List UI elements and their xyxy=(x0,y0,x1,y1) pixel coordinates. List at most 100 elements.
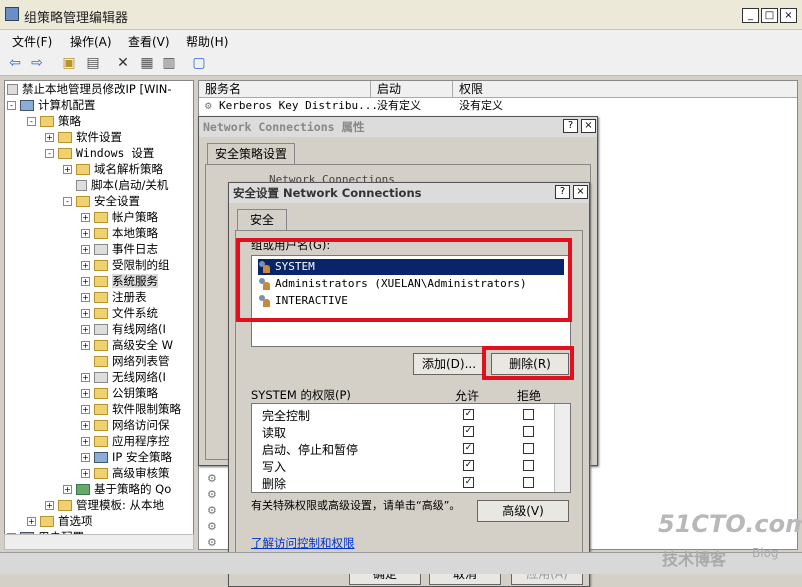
collapse-icon[interactable]: - xyxy=(45,149,54,158)
tree-local-policies[interactable]: + 本地策略 xyxy=(81,225,158,241)
tree-account-policies[interactable]: + 帐户策略 xyxy=(81,209,158,225)
tree-system-services[interactable]: + 系统服务 xyxy=(81,273,158,289)
add-button[interactable]: 添加(D)... xyxy=(413,353,485,375)
tree-software-restriction[interactable]: + 软件限制策略 xyxy=(81,401,181,417)
expand-icon[interactable]: + xyxy=(45,501,54,510)
menu-view[interactable]: 查看(V) xyxy=(128,33,170,50)
properties-dialog-title: Network Connections 属性 xyxy=(199,117,597,137)
expand-icon[interactable]: + xyxy=(81,293,90,302)
tree-policies[interactable]: - 策略 xyxy=(27,113,81,129)
access-control-link[interactable]: 了解访问控制和权限 xyxy=(251,535,355,551)
up-folder-icon[interactable]: ▣ xyxy=(60,54,78,72)
allow-full-control-checkbox[interactable]: ✓ xyxy=(463,409,474,420)
deny-write-checkbox[interactable] xyxy=(523,460,534,471)
collapse-icon[interactable]: - xyxy=(27,117,36,126)
expand-icon[interactable]: + xyxy=(81,421,90,430)
allow-write-checkbox[interactable]: ✓ xyxy=(463,460,474,471)
tree-policy-qos[interactable]: + 基于策略的 Qo xyxy=(63,481,171,497)
show-tree-icon[interactable]: ▤ xyxy=(84,54,102,72)
minimize-button[interactable]: _ xyxy=(742,8,759,23)
menu-action[interactable]: 操作(A) xyxy=(70,33,112,50)
deny-full-control-checkbox[interactable] xyxy=(523,409,534,420)
export-icon[interactable]: ▥ xyxy=(160,54,178,72)
tree-app-control[interactable]: + 应用程序控 xyxy=(81,433,170,449)
permissions-label: SYSTEM 的权限(P) xyxy=(251,388,351,402)
tree-pane: 禁止本地管理员修改IP [WIN- - 计算机配置 - 策略 + 软件设置 - Wind… xyxy=(4,80,194,550)
tree-scripts[interactable]: 脚本(启动/关机 xyxy=(76,177,168,193)
back-arrow-icon[interactable]: ⇦ xyxy=(6,54,24,72)
tree-windows-settings[interactable]: - Windows 设置 xyxy=(45,145,154,161)
tree-computer-config[interactable]: - 计算机配置 xyxy=(7,97,96,113)
expand-icon[interactable]: + xyxy=(81,341,90,350)
tree-event-log[interactable]: + 事件日志 xyxy=(81,241,158,257)
tree-horizontal-scrollbar[interactable] xyxy=(4,534,194,550)
tree-restricted-groups[interactable]: + 受限制的组 xyxy=(81,257,170,273)
help-button[interactable]: ? xyxy=(563,119,578,133)
collapse-icon[interactable]: - xyxy=(63,197,72,206)
close-button[interactable]: × xyxy=(780,8,797,23)
expand-icon[interactable]: + xyxy=(81,245,90,254)
deny-read-checkbox[interactable] xyxy=(523,426,534,437)
expand-icon[interactable]: + xyxy=(81,469,90,478)
advanced-button[interactable]: 高级(V) xyxy=(477,500,569,522)
tree-nap[interactable]: + 网络访问保 xyxy=(81,417,170,433)
tree-registry[interactable]: + 注册表 xyxy=(81,289,147,305)
expand-icon[interactable]: + xyxy=(63,485,72,494)
menu-file[interactable]: 文件(F) xyxy=(12,33,52,50)
tree-wireless-network[interactable]: + 无线网络(I xyxy=(81,369,166,385)
expand-icon[interactable]: + xyxy=(81,213,90,222)
tab-security-policy[interactable]: 安全策略设置 xyxy=(207,143,295,165)
tree-public-key[interactable]: + 公钥策略 xyxy=(81,385,158,401)
allow-read-checkbox[interactable]: ✓ xyxy=(463,426,474,437)
allow-delete-checkbox[interactable]: ✓ xyxy=(463,477,474,488)
column-header-startup[interactable]: 启动 xyxy=(371,81,453,98)
help-icon[interactable]: ▢ xyxy=(190,54,208,72)
properties-icon[interactable]: ▦ xyxy=(138,54,156,72)
folder-icon xyxy=(94,436,108,447)
expand-icon[interactable]: + xyxy=(27,517,36,526)
tree-admin-templates[interactable]: + 管理模板: 从本地 xyxy=(45,497,164,513)
tree-security-settings[interactable]: - 安全设置 xyxy=(63,193,140,209)
maximize-button[interactable]: □ xyxy=(761,8,778,23)
forward-arrow-icon[interactable]: ⇨ xyxy=(28,54,46,72)
tree-network-list[interactable]: 网络列表管 xyxy=(94,353,170,369)
expand-icon[interactable]: + xyxy=(81,453,90,462)
column-header-permission[interactable]: 权限 xyxy=(453,81,797,98)
expand-icon[interactable]: + xyxy=(63,165,72,174)
expand-icon[interactable]: + xyxy=(81,261,90,270)
tree-ipsec[interactable]: + IP 安全策略 xyxy=(81,449,172,465)
expand-icon[interactable]: + xyxy=(81,389,90,398)
expand-icon[interactable]: + xyxy=(81,405,90,414)
tree-advanced-firewall[interactable]: + 高级安全 W xyxy=(81,337,173,353)
expand-icon[interactable]: + xyxy=(81,325,90,334)
watermark-sub: 技术博客 xyxy=(662,550,727,569)
expand-icon[interactable]: + xyxy=(45,133,54,142)
menu-bar: 文件(F) 操作(A) 查看(V) 帮助(H) xyxy=(0,30,802,50)
tree-advanced-audit[interactable]: + 高级审核策 xyxy=(81,465,170,481)
folder-icon xyxy=(94,404,108,415)
tree-root[interactable]: 禁止本地管理员修改IP [WIN- xyxy=(7,81,171,97)
expand-icon[interactable]: + xyxy=(81,437,90,446)
tree-wired-network[interactable]: + 有线网络(I xyxy=(81,321,166,337)
close-button[interactable]: × xyxy=(581,119,596,133)
tree-software-settings[interactable]: + 软件设置 xyxy=(45,129,122,145)
allow-start-stop-checkbox[interactable]: ✓ xyxy=(463,443,474,454)
deny-start-stop-checkbox[interactable] xyxy=(523,443,534,454)
collapse-icon[interactable]: - xyxy=(7,101,16,110)
expand-icon[interactable]: + xyxy=(81,309,90,318)
permissions-scrollbar[interactable] xyxy=(554,404,570,492)
tree-file-system[interactable]: + 文件系统 xyxy=(81,305,158,321)
tree-name-resolution[interactable]: + 域名解析策略 xyxy=(63,161,163,177)
expand-icon[interactable]: + xyxy=(81,277,90,286)
expand-icon[interactable]: + xyxy=(81,373,90,382)
close-button[interactable]: × xyxy=(573,185,588,199)
column-header-name[interactable]: 服务名 xyxy=(199,81,371,98)
tree-preferences[interactable]: + 首选项 xyxy=(27,513,93,529)
deny-delete-checkbox[interactable] xyxy=(523,477,534,488)
help-button[interactable]: ? xyxy=(555,185,570,199)
service-row[interactable]: ⚙ Kerberos Key Distribu... 没有定义 没有定义 xyxy=(205,98,605,114)
expand-icon[interactable]: + xyxy=(81,229,90,238)
menu-help[interactable]: 帮助(H) xyxy=(186,33,228,50)
delete-icon[interactable]: ✕ xyxy=(114,54,132,72)
tab-security[interactable]: 安全 xyxy=(237,209,287,231)
